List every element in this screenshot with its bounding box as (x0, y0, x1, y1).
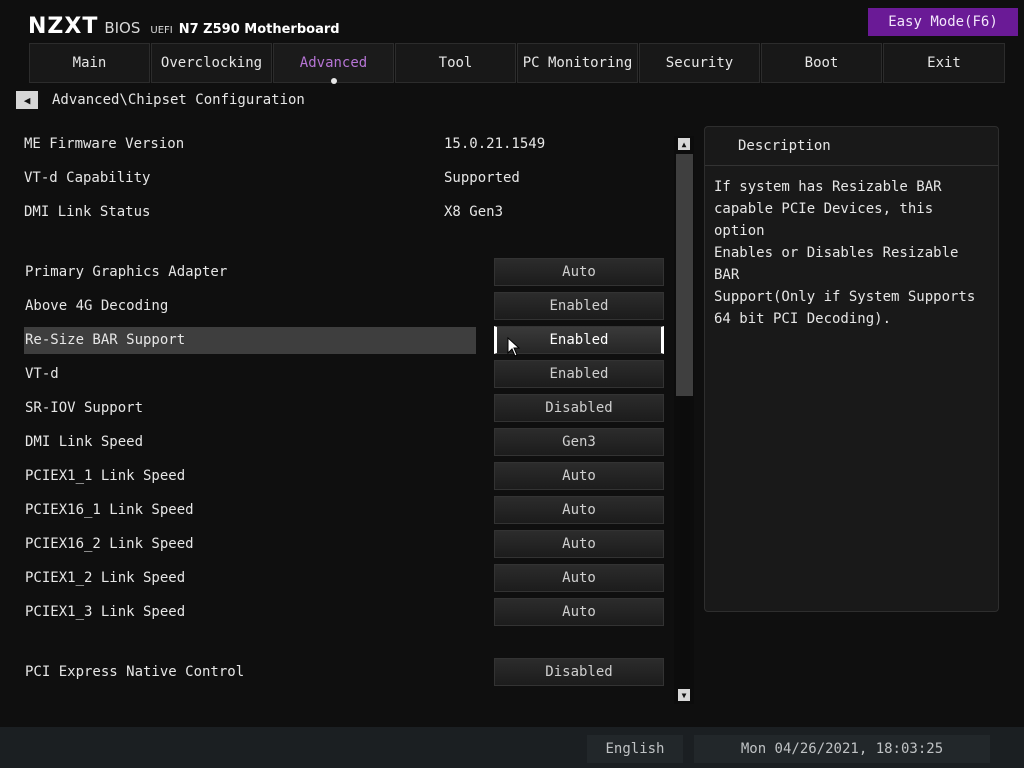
tab-advanced[interactable]: Advanced (273, 43, 394, 84)
dmi-link-speed-select[interactable]: Gen3 (494, 428, 664, 456)
tab-tool[interactable]: Tool (395, 43, 516, 83)
setting-row-sr-iov-support[interactable]: SR-IOV Support (24, 395, 476, 422)
scroll-down-button[interactable]: ▼ (678, 689, 690, 701)
triangle-left-icon: ◀ (23, 93, 31, 107)
setting-row-pciex1-1-link-speed[interactable]: PCIEX1_1 Link Speed (24, 463, 476, 490)
setting-label: VT-d (25, 366, 59, 382)
setting-row-above-4g-decoding[interactable]: Above 4G Decoding (24, 293, 476, 320)
easy-mode-button[interactable]: Easy Mode(F6) (868, 8, 1018, 36)
breadcrumb: ◀ Advanced\Chipset Configuration (16, 90, 305, 110)
info-label: ME Firmware Version (24, 136, 185, 152)
setting-label: PCIEX1_2 Link Speed (25, 570, 186, 586)
date-time-display: Mon 04/26/2021, 18:03:25 (694, 735, 990, 763)
setting-row-pciex16-2-link-speed[interactable]: PCIEX16_2 Link Speed (24, 531, 476, 558)
uefi-label: UEFI (150, 25, 173, 36)
bios-label: BIOS (104, 19, 141, 37)
setting-label: PCIEX1_1 Link Speed (25, 468, 186, 484)
triangle-down-icon: ▼ (681, 690, 687, 700)
scroll-up-button[interactable]: ▲ (678, 138, 690, 150)
nzxt-logo: NZXT (28, 14, 99, 39)
pciex1-1-link-speed-select[interactable]: Auto (494, 462, 664, 490)
description-title: Description (705, 127, 998, 166)
setting-label: Re-Size BAR Support (25, 332, 186, 348)
vtd-select[interactable]: Enabled (494, 360, 664, 388)
setting-row-pciex16-1-link-speed[interactable]: PCIEX16_1 Link Speed (24, 497, 476, 524)
scrollbar-thumb[interactable] (676, 154, 693, 396)
info-label: VT-d Capability (24, 170, 151, 186)
setting-label: DMI Link Speed (25, 434, 144, 450)
pciex16-1-link-speed-select[interactable]: Auto (494, 496, 664, 524)
brand-logo: NZXT BIOS UEFI N7 Z590 Motherboard (28, 14, 340, 39)
info-value: Supported (444, 170, 520, 186)
setting-row-dmi-link-speed[interactable]: DMI Link Speed (24, 429, 476, 456)
info-label: DMI Link Status (24, 204, 151, 220)
motherboard-name: N7 Z590 Motherboard (178, 22, 340, 37)
tab-security[interactable]: Security (639, 43, 760, 83)
setting-row-pci-express-native-control[interactable]: PCI Express Native Control (24, 659, 476, 686)
pciex1-3-link-speed-select[interactable]: Auto (494, 598, 664, 626)
tab-main[interactable]: Main (29, 43, 150, 83)
description-panel: Description If system has Resizable BAR … (704, 126, 999, 612)
tab-overclocking[interactable]: Overclocking (151, 43, 272, 83)
description-line: Support(Only if System Supports (714, 289, 976, 305)
setting-label: SR-IOV Support (25, 400, 144, 416)
setting-label: PCIEX16_1 Link Speed (25, 502, 194, 518)
info-value: X8 Gen3 (444, 204, 504, 220)
setting-row-pciex1-3-link-speed[interactable]: PCIEX1_3 Link Speed (24, 599, 476, 626)
description-line: 64 bit PCI Decoding). (714, 311, 892, 327)
description-line: Enables or Disables Resizable BAR (714, 245, 959, 283)
tab-boot[interactable]: Boot (761, 43, 882, 83)
pciex16-2-link-speed-select[interactable]: Auto (494, 530, 664, 558)
tab-pc-monitoring[interactable]: PC Monitoring (517, 43, 638, 83)
language-button[interactable]: English (587, 735, 683, 763)
above-4g-decoding-select[interactable]: Enabled (494, 292, 664, 320)
mouse-cursor-icon (507, 337, 521, 357)
setting-label: PCI Express Native Control (25, 664, 245, 680)
setting-row-vtd[interactable]: VT-d (24, 361, 476, 388)
back-button[interactable]: ◀ (16, 91, 38, 109)
info-value: 15.0.21.1549 (444, 136, 546, 152)
description-text: If system has Resizable BAR capable PCIe… (705, 166, 998, 340)
primary-graphics-adapter-select[interactable]: Auto (494, 258, 664, 286)
description-line: capable PCIe Devices, this option (714, 201, 934, 239)
description-line: If system has Resizable BAR (714, 179, 942, 195)
pciex1-2-link-speed-select[interactable]: Auto (494, 564, 664, 592)
triangle-up-icon: ▲ (681, 139, 687, 149)
setting-label: PCIEX16_2 Link Speed (25, 536, 194, 552)
main-tabs: Main Overclocking Advanced Tool PC Monit… (29, 43, 1005, 85)
sr-iov-support-select[interactable]: Disabled (494, 394, 664, 422)
pci-express-native-control-select[interactable]: Disabled (494, 658, 664, 686)
breadcrumb-path: Advanced\Chipset Configuration (52, 92, 305, 108)
setting-label: PCIEX1_3 Link Speed (25, 604, 186, 620)
setting-label: Above 4G Decoding (25, 298, 169, 314)
setting-row-primary-graphics-adapter[interactable]: Primary Graphics Adapter (24, 259, 476, 286)
setting-label: Primary Graphics Adapter (25, 264, 228, 280)
tab-exit[interactable]: Exit (883, 43, 1005, 83)
setting-row-resize-bar-support[interactable]: Re-Size BAR Support (24, 327, 476, 354)
setting-row-pciex1-2-link-speed[interactable]: PCIEX1_2 Link Speed (24, 565, 476, 592)
